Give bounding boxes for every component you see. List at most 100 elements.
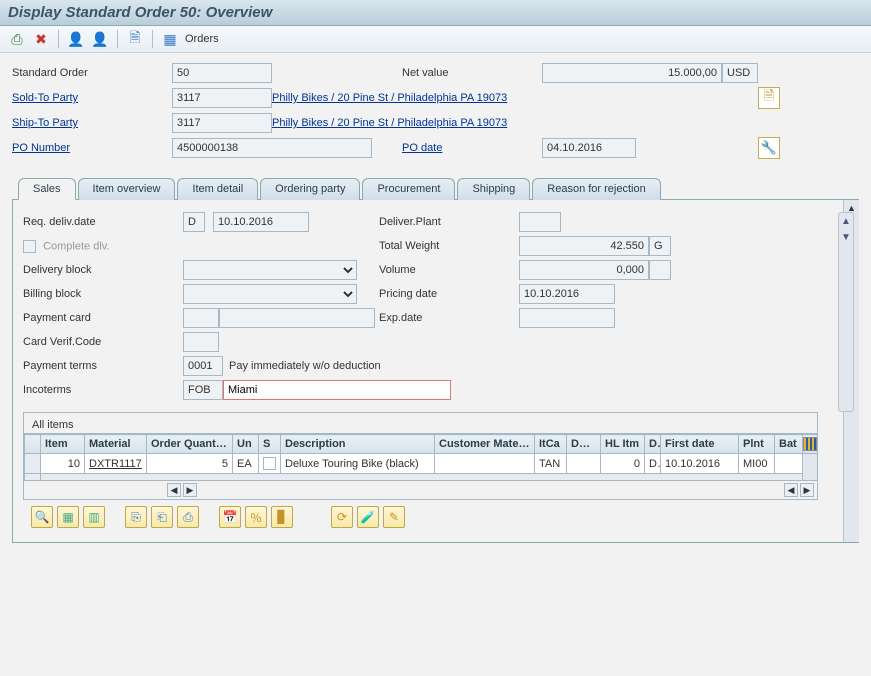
pricing-date-field[interactable] — [519, 284, 615, 304]
display-document-icon[interactable]: ⎙ — [8, 30, 26, 48]
cell-hl-itm[interactable]: 0 — [601, 454, 645, 474]
tab-item-detail[interactable]: Item detail — [177, 178, 258, 200]
cell-order-qty[interactable]: 5 — [147, 454, 233, 474]
table-config-icon[interactable] — [803, 437, 817, 451]
tab-shipping[interactable]: Shipping — [457, 178, 530, 200]
insert-row-icon[interactable]: ⎘ — [125, 506, 147, 528]
col-d[interactable]: D — [645, 435, 661, 454]
copy-row-icon[interactable]: ⎙ — [177, 506, 199, 528]
cell-batch[interactable] — [775, 454, 803, 474]
table-row[interactable]: 10 DXTR1117 5 EA Deluxe Touring Bike (bl… — [25, 454, 818, 474]
delete-row-icon[interactable]: ⎗ — [151, 506, 173, 528]
conditions-icon[interactable]: ％ — [245, 506, 267, 528]
scroll-right-icon[interactable]: ▶ — [183, 483, 197, 497]
po-number-label[interactable]: PO Number — [12, 139, 172, 157]
user-icon[interactable]: 👤 — [91, 30, 109, 48]
display-icon[interactable]: ▥ — [83, 506, 105, 528]
cell-material[interactable]: DXTR1117 — [85, 454, 147, 474]
sold-to-field[interactable] — [172, 88, 272, 108]
scroll-right-end-icon[interactable]: ▶ — [800, 483, 814, 497]
tab-sales[interactable]: Sales — [18, 178, 76, 200]
po-date-label[interactable]: PO date — [402, 139, 542, 157]
col-description[interactable]: Description — [281, 435, 435, 454]
tab-procurement[interactable]: Procurement — [362, 178, 455, 200]
cell-item[interactable]: 10 — [41, 454, 85, 474]
payment-terms-code-field[interactable] — [183, 356, 223, 376]
scroll-left-icon[interactable]: ◀ — [167, 483, 181, 497]
total-weight-field — [519, 236, 649, 256]
row-selector[interactable] — [25, 474, 41, 481]
sold-to-link[interactable]: Philly Bikes / 20 Pine St / Philadelphia… — [272, 92, 507, 104]
deliver-plant-field[interactable] — [519, 212, 561, 232]
cell-plnt[interactable]: MI00 — [739, 454, 775, 474]
col-un[interactable]: Un — [233, 435, 259, 454]
col-plnt[interactable]: Plnt — [739, 435, 775, 454]
scroll-down-icon[interactable]: ▼ — [839, 229, 853, 245]
std-order-field[interactable] — [172, 63, 272, 83]
ship-to-label[interactable]: Ship-To Party — [12, 114, 172, 132]
cell-description[interactable]: Deluxe Touring Bike (black) — [281, 454, 435, 474]
sold-to-label[interactable]: Sold-To Party — [12, 89, 172, 107]
reject-icon[interactable]: ✖ — [32, 30, 50, 48]
cell-dgip[interactable] — [567, 454, 601, 474]
cell-first-date[interactable]: 10.10.2016 — [661, 454, 739, 474]
note-icon[interactable]: ✎ — [383, 506, 405, 528]
config-col[interactable] — [803, 435, 818, 454]
billing-block-select[interactable] — [183, 284, 357, 304]
col-material[interactable]: Material — [85, 435, 147, 454]
incoterms-text-field[interactable] — [223, 380, 451, 400]
col-order-qty[interactable]: Order Quantity — [147, 435, 233, 454]
col-first-date[interactable]: First date — [661, 435, 739, 454]
grid-vscroll[interactable] — [803, 454, 818, 481]
grid-hscroll: ◀ ▶ ◀ ▶ — [24, 481, 817, 499]
net-value-label: Net value — [402, 64, 542, 82]
cell-itca[interactable]: TAN — [535, 454, 567, 474]
cell-un[interactable]: EA — [233, 454, 259, 474]
payment-card-number-field[interactable] — [219, 308, 375, 328]
partner-icon[interactable]: 👤 — [67, 30, 85, 48]
document-flow-icon[interactable]: 🗎 — [126, 30, 144, 48]
payment-card-type-field[interactable] — [183, 308, 219, 328]
orders-icon[interactable]: ▦ — [161, 30, 179, 48]
col-itca[interactable]: ItCa — [535, 435, 567, 454]
scroll-up-icon[interactable]: ▲ — [839, 213, 853, 229]
col-s[interactable]: S — [259, 435, 281, 454]
tab-reason-rejection[interactable]: Reason for rejection — [532, 178, 660, 200]
deliver-plant-label: Deliver.Plant — [379, 216, 519, 228]
exp-date-field[interactable] — [519, 308, 615, 328]
deselect-all-icon[interactable]: ▦ — [57, 506, 79, 528]
col-cust-material[interactable]: Customer Materi... — [435, 435, 535, 454]
std-order-label: Standard Order — [12, 64, 172, 82]
row-selector[interactable] — [25, 454, 41, 474]
ship-to-link[interactable]: Philly Bikes / 20 Pine St / Philadelphia… — [272, 117, 507, 129]
scroll-left-end-icon[interactable]: ◀ — [784, 483, 798, 497]
schedule-lines-icon[interactable]: 📅 — [219, 506, 241, 528]
col-dgip[interactable]: DGIP — [567, 435, 601, 454]
lab-icon[interactable]: 🧪 — [357, 506, 379, 528]
cell-s[interactable] — [259, 454, 281, 474]
batch-icon[interactable]: ▊ — [271, 506, 293, 528]
po-date-field[interactable] — [542, 138, 636, 158]
incoterms-code-field[interactable] — [183, 380, 223, 400]
cell-d[interactable]: D — [645, 454, 661, 474]
refresh-icon[interactable]: ⟳ — [331, 506, 353, 528]
po-number-field[interactable] — [172, 138, 372, 158]
config-icon[interactable]: 🔧 — [758, 137, 780, 159]
ship-to-field[interactable] — [172, 113, 272, 133]
col-batch[interactable]: Bat — [775, 435, 803, 454]
select-all-icon[interactable]: 🔍 — [31, 506, 53, 528]
inner-scrollbar[interactable]: ▲ ▼ — [838, 212, 854, 412]
address-icon[interactable]: 🗎 — [758, 87, 780, 109]
col-item[interactable]: Item — [41, 435, 85, 454]
tab-ordering-party[interactable]: Ordering party — [260, 178, 360, 200]
tab-item-overview[interactable]: Item overview — [78, 178, 176, 200]
payment-terms-label: Payment terms — [23, 360, 183, 372]
col-hl-itm[interactable]: HL Itm — [601, 435, 645, 454]
orders-label[interactable]: Orders — [185, 33, 219, 45]
delivery-block-select[interactable] — [183, 260, 357, 280]
card-verif-field[interactable] — [183, 332, 219, 352]
table-row[interactable] — [25, 474, 818, 481]
req-deliv-code-field[interactable] — [183, 212, 205, 232]
req-deliv-date-field[interactable] — [213, 212, 309, 232]
cell-cust-material[interactable] — [435, 454, 535, 474]
